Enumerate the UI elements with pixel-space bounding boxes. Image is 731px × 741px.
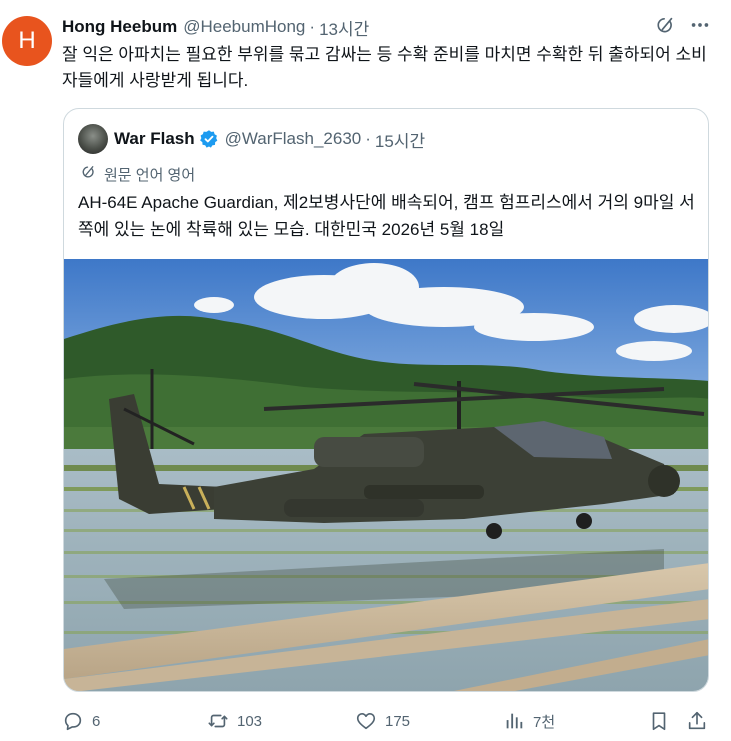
repost-icon [207, 710, 229, 732]
author-handle[interactable]: @HeebumHong [183, 17, 305, 37]
header-actions [655, 14, 711, 36]
tweet-header: Hong Heebum @HeebumHong · 13시간 [62, 15, 691, 40]
reply-count: 6 [92, 712, 101, 730]
quoted-author-handle[interactable]: @WarFlash_2630 [225, 129, 362, 149]
quoted-author-name[interactable]: War Flash [114, 129, 195, 149]
reply-icon [62, 710, 84, 732]
share-button[interactable] [686, 703, 708, 739]
bookmark-button[interactable] [648, 703, 670, 739]
quoted-time[interactable]: 15시간 [375, 127, 425, 152]
grok-icon[interactable] [655, 14, 677, 36]
views-icon [503, 710, 525, 732]
verified-badge-icon [199, 129, 219, 149]
action-bar: 6 103 175 7천 [0, 703, 731, 739]
reply-button[interactable]: 6 [62, 703, 100, 739]
translate-notice[interactable]: 원문 언어 영어 [80, 163, 195, 185]
like-button[interactable]: 175 [355, 703, 410, 739]
like-count: 175 [385, 712, 411, 730]
share-icon [686, 710, 708, 732]
views-button[interactable]: 7천 [503, 703, 555, 739]
quoted-avatar[interactable] [78, 124, 108, 154]
tweet[interactable]: H Hong Heebum @HeebumHong · 13시간 잘 익은 아파… [0, 0, 731, 741]
tweet-text: 잘 익은 아파치는 필요한 부위를 묶고 감싸는 등 수확 준비를 마치면 수확… [62, 45, 707, 90]
tweet-time[interactable]: 13시간 [319, 15, 369, 40]
views-count: 7천 [533, 713, 556, 731]
like-icon [355, 710, 377, 732]
separator-dot: · [309, 17, 316, 36]
bookmark-icon [648, 710, 670, 732]
author-name[interactable]: Hong Heebum [62, 17, 177, 37]
quoted-text: AH-64E Apache Guardian, 제2보병사단에 배속되어, 캠프… [78, 193, 695, 239]
translate-icon [80, 163, 98, 185]
avatar-letter: H [18, 27, 36, 54]
repost-count: 103 [237, 712, 263, 730]
quoted-separator-dot: · [365, 129, 371, 148]
author-avatar[interactable]: H [2, 16, 52, 66]
apache-helicopter-photo[interactable] [64, 259, 709, 692]
repost-button[interactable]: 103 [207, 703, 262, 739]
quoted-header: War Flash @WarFlash_2630 · 15시간 [78, 124, 425, 154]
translate-label: 원문 언어 영어 [104, 166, 196, 184]
more-icon[interactable] [689, 14, 711, 36]
quoted-tweet[interactable]: War Flash @WarFlash_2630 · 15시간 원문 언어 영어… [63, 108, 709, 692]
